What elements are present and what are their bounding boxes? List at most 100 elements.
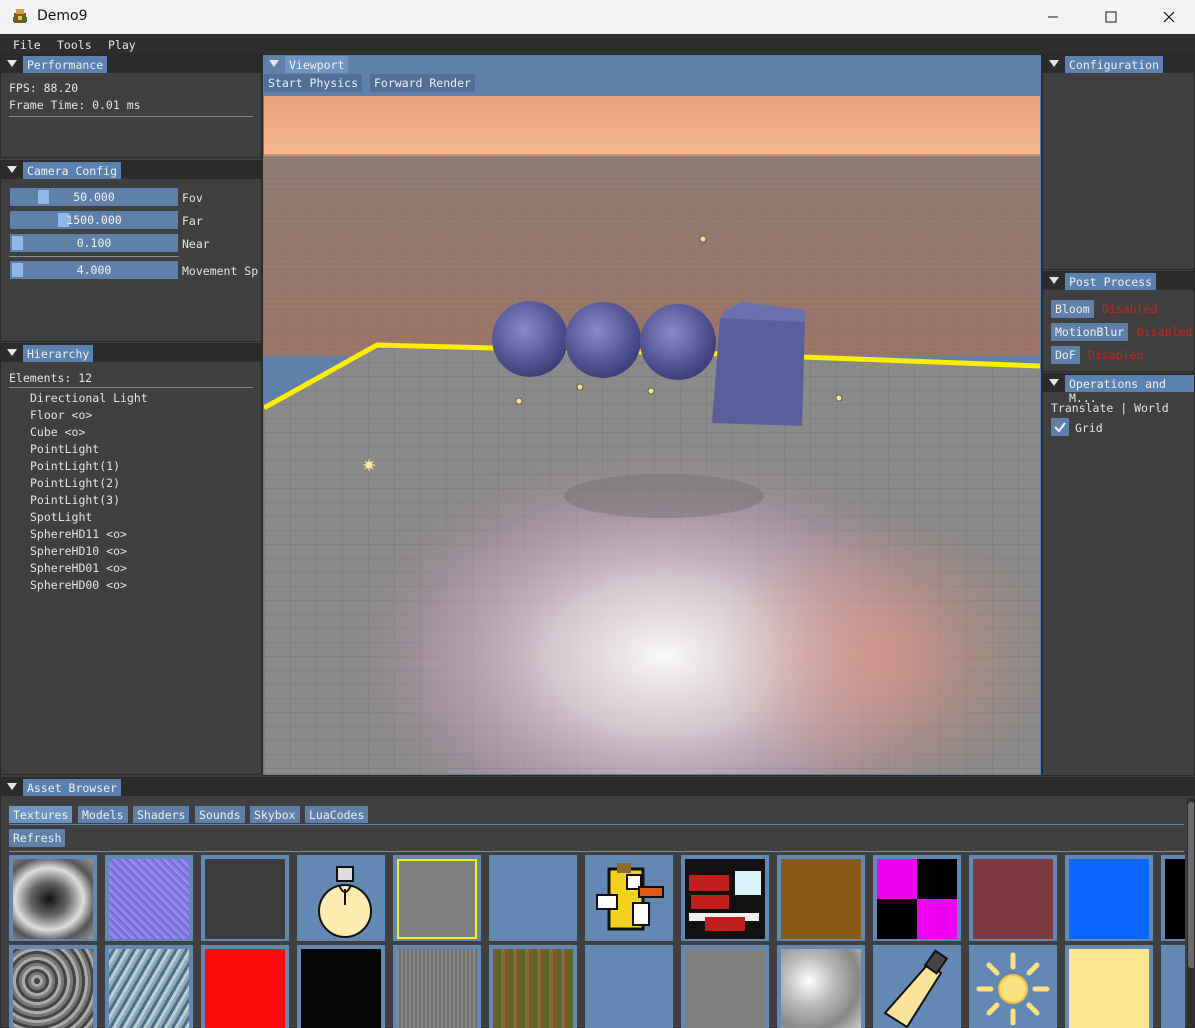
minimize-button[interactable]	[1024, 0, 1082, 34]
far-value: 1500.000	[66, 213, 122, 227]
texture-black-thumbnail[interactable]	[1161, 855, 1185, 941]
fov-slider[interactable]: 50.000	[10, 188, 178, 206]
post-process-header[interactable]: Post Process	[1043, 272, 1194, 290]
hierarchy-item[interactable]: Directional Light	[30, 391, 148, 405]
texture-hex-thumbnail[interactable]	[297, 945, 385, 1028]
texture-gray-thumbnail[interactable]	[681, 945, 769, 1028]
motionblur-button[interactable]: MotionBlur	[1051, 323, 1129, 341]
viewport-tab[interactable]: Viewport	[285, 56, 349, 73]
divider	[9, 116, 253, 117]
texture-blank-thumbnail[interactable]	[489, 855, 577, 941]
scrollbar-thumb[interactable]	[1188, 802, 1194, 968]
hierarchy-item[interactable]: SphereHD01 <o>	[30, 561, 127, 575]
texture-grid-thumbnail[interactable]	[393, 855, 481, 941]
asset-browser-header[interactable]: Asset Browser	[1, 778, 1194, 796]
viewport-scene[interactable]	[264, 96, 1040, 774]
collapse-arrow-icon[interactable]	[1049, 60, 1059, 67]
tab-textures[interactable]: Textures	[9, 806, 73, 823]
movement-speed-slider[interactable]: 4.000	[10, 261, 178, 279]
texture-dark-thumbnail[interactable]	[201, 855, 289, 941]
divider	[9, 256, 179, 257]
texture-blue-thumbnail[interactable]	[1065, 855, 1153, 941]
hierarchy-item[interactable]: SphereHD00 <o>	[30, 578, 127, 592]
operations-header[interactable]: Operations and M...	[1043, 374, 1194, 405]
maximize-button[interactable]	[1082, 0, 1140, 34]
texture-ice-thumbnail[interactable]	[105, 945, 193, 1028]
lightbulb-icon[interactable]	[297, 855, 385, 941]
texture-checker-thumbnail[interactable]	[873, 855, 961, 941]
configuration-header[interactable]: Configuration	[1043, 55, 1194, 73]
collapse-arrow-icon[interactable]	[7, 783, 17, 790]
dof-button[interactable]: DoF	[1051, 346, 1080, 364]
collapse-arrow-icon[interactable]	[7, 166, 17, 173]
performance-tab[interactable]: Performance	[23, 56, 108, 73]
texture-cream-thumbnail[interactable]	[1065, 945, 1153, 1028]
sun-icon[interactable]	[969, 945, 1057, 1028]
hierarchy-item[interactable]: PointLight(2)	[30, 476, 120, 490]
texture-partial-thumbnail[interactable]	[1161, 945, 1185, 1028]
configuration-panel: Configuration	[1042, 54, 1195, 270]
viewport-header[interactable]: Viewport	[263, 55, 1041, 73]
grid-checkbox[interactable]	[1051, 418, 1069, 436]
texture-normalmap-thumbnail[interactable]	[105, 855, 193, 941]
forward-render-button[interactable]: Forward Render	[370, 74, 475, 92]
texture-rock-thumbnail[interactable]	[9, 945, 97, 1028]
texture-maroon-thumbnail[interactable]	[969, 855, 1057, 941]
spotlight-icon[interactable]	[873, 945, 961, 1028]
sprite-atlas-icon	[689, 871, 761, 931]
tab-luacodes[interactable]: LuaCodes	[305, 806, 369, 823]
collapse-arrow-icon[interactable]	[1049, 379, 1059, 386]
collapse-arrow-icon[interactable]	[7, 349, 17, 356]
lightbulb-icon-graphic	[318, 866, 372, 938]
operations-tab[interactable]: Operations and M...	[1065, 375, 1194, 405]
texture-brown-thumbnail[interactable]	[777, 855, 865, 941]
close-button[interactable]	[1140, 0, 1195, 34]
hierarchy-item[interactable]: PointLight(3)	[30, 493, 120, 507]
camera-config-tab[interactable]: Camera Config	[23, 162, 122, 179]
sprite-bird-thumbnail[interactable]	[585, 855, 673, 941]
texture-bark-thumbnail[interactable]	[489, 945, 577, 1028]
hierarchy-item[interactable]: PointLight(1)	[30, 459, 120, 473]
fov-label: Fov	[182, 191, 203, 205]
menu-tools[interactable]: Tools	[57, 38, 92, 52]
hierarchy-item[interactable]: SphereHD10 <o>	[30, 544, 127, 558]
menu-file[interactable]: File	[13, 38, 41, 52]
far-slider[interactable]: 1500.000	[10, 211, 178, 229]
hierarchy-item[interactable]: Floor <o>	[30, 408, 92, 422]
post-process-tab[interactable]: Post Process	[1065, 273, 1157, 290]
texture-clouds-thumbnail[interactable]	[777, 945, 865, 1028]
collapse-arrow-icon[interactable]	[7, 60, 17, 67]
asset-browser-tab[interactable]: Asset Browser	[23, 779, 122, 796]
configuration-tab[interactable]: Configuration	[1065, 56, 1164, 73]
sprite-atlas-thumbnail[interactable]	[681, 855, 769, 941]
maximize-icon	[1105, 11, 1117, 23]
performance-header[interactable]: Performance	[1, 55, 261, 73]
texture-concrete-thumbnail[interactable]	[393, 945, 481, 1028]
camera-config-header[interactable]: Camera Config	[1, 161, 261, 179]
hierarchy-item[interactable]: SpotLight	[30, 510, 92, 524]
transform-mode[interactable]: Translate | World	[1051, 401, 1169, 415]
hierarchy-item[interactable]: PointLight	[30, 442, 99, 456]
tab-skybox[interactable]: Skybox	[250, 806, 300, 823]
hierarchy-item[interactable]: SphereHD11 <o>	[30, 527, 127, 541]
menu-play[interactable]: Play	[108, 38, 136, 52]
tab-models[interactable]: Models	[78, 806, 128, 823]
hierarchy-tab[interactable]: Hierarchy	[23, 345, 94, 362]
near-slider[interactable]: 0.100	[10, 234, 178, 252]
operations-panel: Operations and M... Translate | World Gr…	[1042, 373, 1195, 776]
refresh-button[interactable]: Refresh	[9, 829, 66, 847]
hierarchy-item[interactable]: Cube <o>	[30, 425, 85, 439]
scrollbar-track[interactable]	[1187, 798, 1194, 1027]
texture-noise-thumbnail[interactable]	[9, 855, 97, 941]
bloom-button[interactable]: Bloom	[1051, 300, 1094, 318]
scene-render[interactable]	[264, 96, 1040, 774]
hierarchy-header[interactable]: Hierarchy	[1, 344, 261, 362]
collapse-arrow-icon[interactable]	[1049, 277, 1059, 284]
collapse-arrow-icon[interactable]	[269, 60, 279, 67]
tab-sounds[interactable]: Sounds	[195, 806, 245, 823]
texture-red-thumbnail[interactable]	[201, 945, 289, 1028]
texture-blank-thumbnail[interactable]	[585, 945, 673, 1028]
performance-panel: Performance FPS: 88.20 Frame Time: 0.01 …	[0, 54, 262, 158]
start-physics-button[interactable]: Start Physics	[264, 74, 363, 92]
tab-shaders[interactable]: Shaders	[133, 806, 190, 823]
